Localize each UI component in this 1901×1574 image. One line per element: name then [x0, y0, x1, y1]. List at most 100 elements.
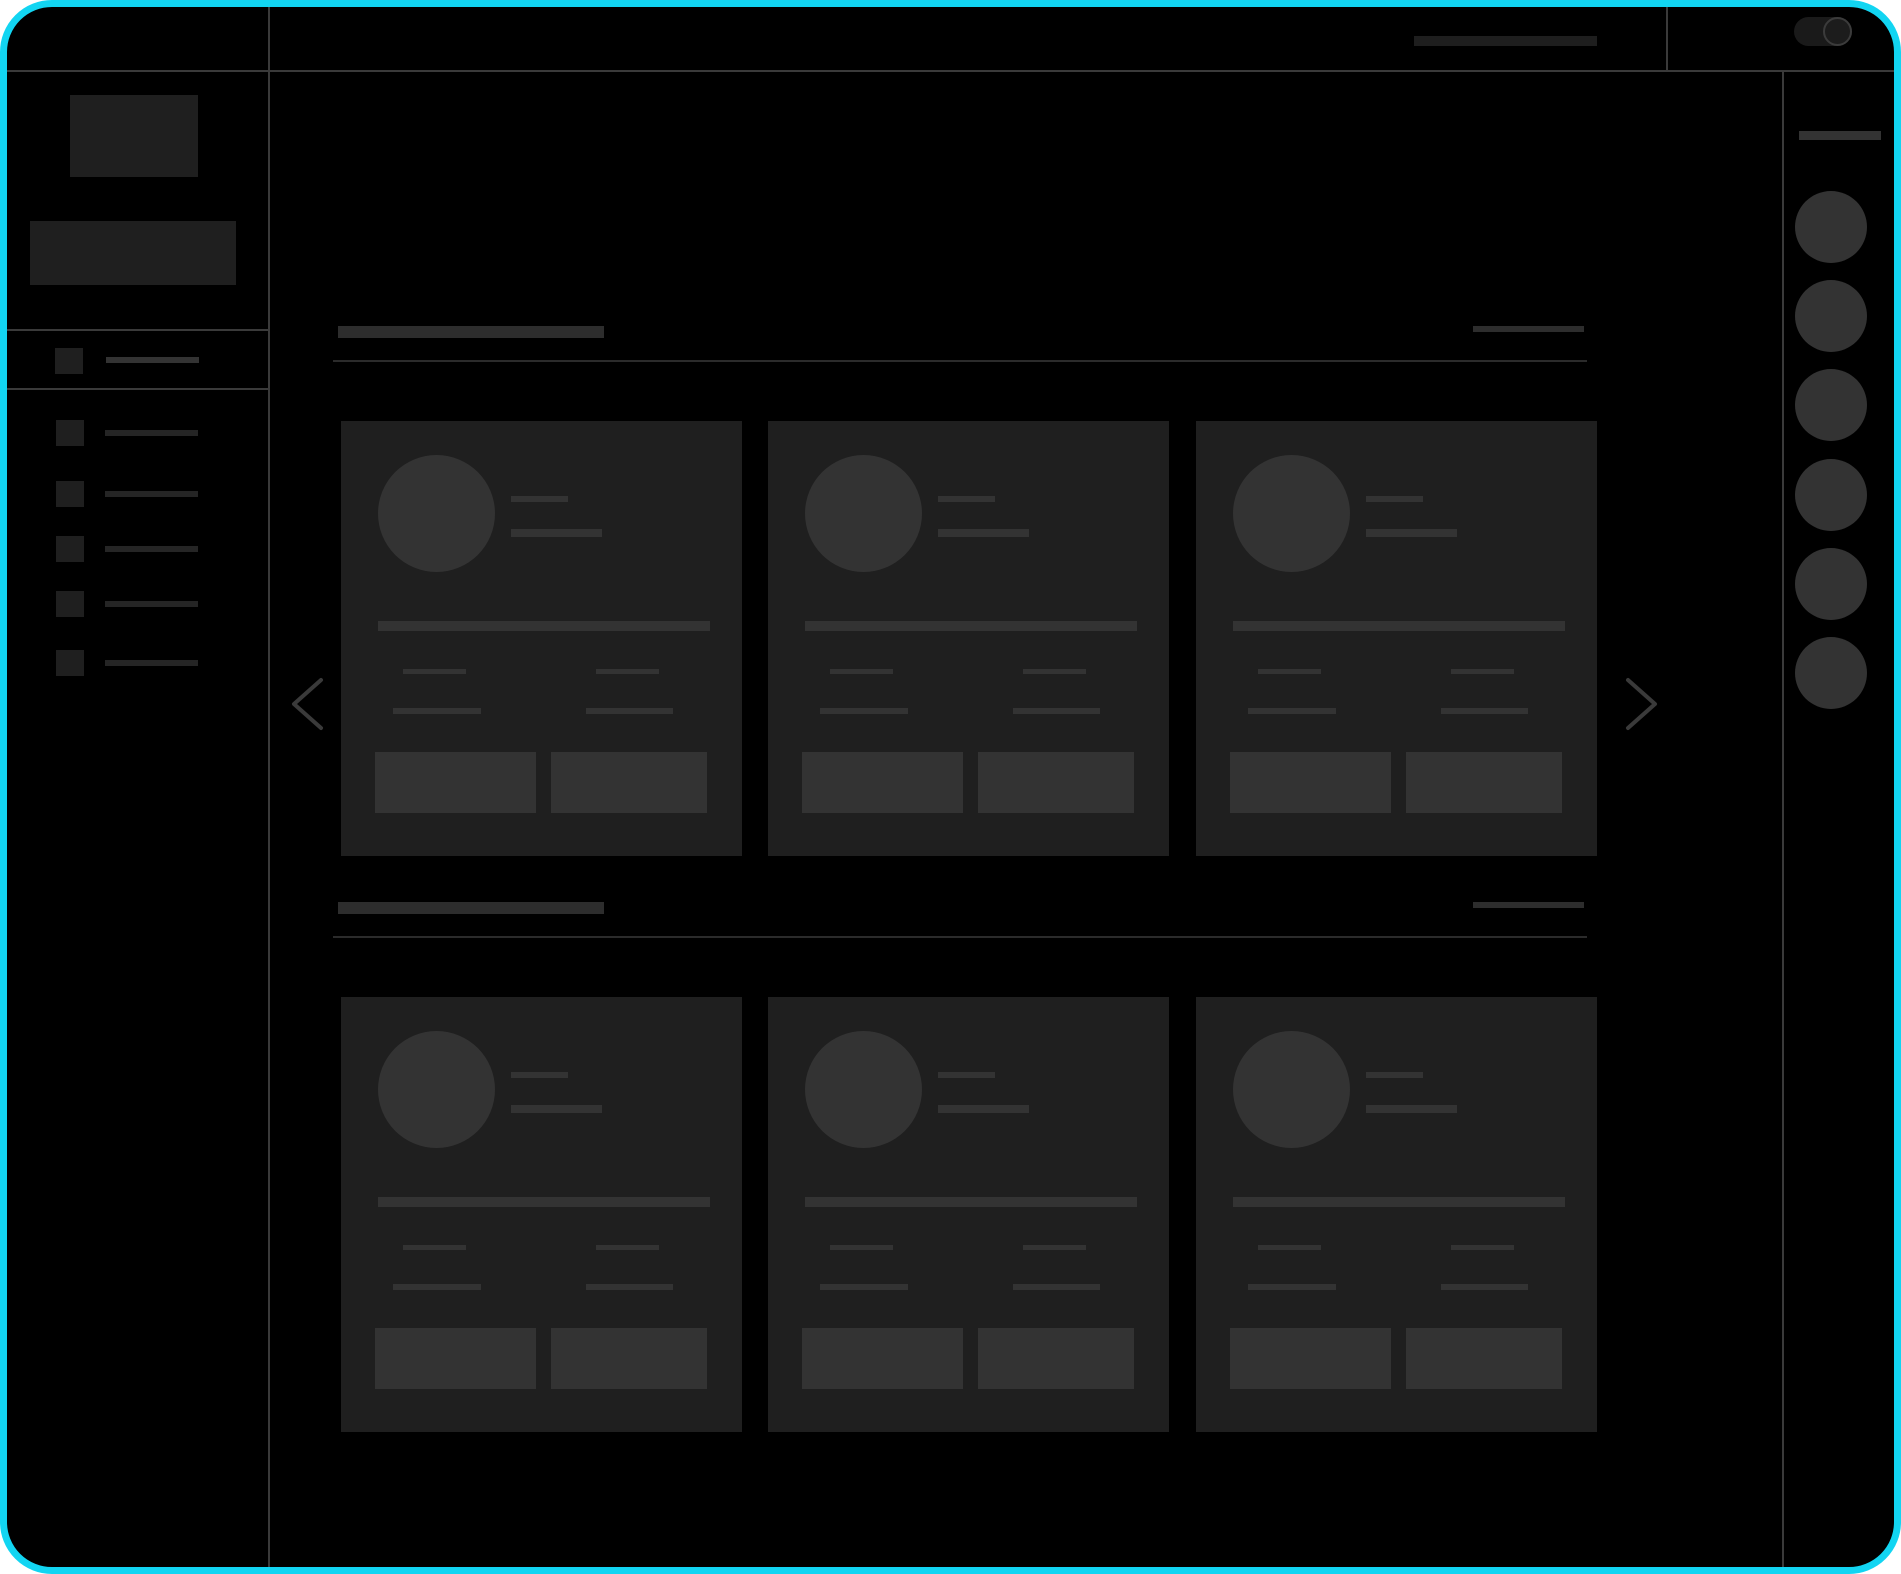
sidebar-item-active[interactable]: [55, 348, 215, 378]
card-subtitle: [1366, 1105, 1457, 1113]
header-divider-right: [1666, 7, 1668, 71]
stat-label: [1451, 1245, 1514, 1250]
card-primary-button[interactable]: [802, 752, 963, 813]
card-primary-button[interactable]: [375, 1328, 536, 1389]
sidebar-item-label: [105, 491, 198, 497]
card-secondary-button[interactable]: [551, 1328, 707, 1389]
contact-avatar[interactable]: [1795, 369, 1867, 441]
contact-avatar[interactable]: [1795, 191, 1867, 263]
placeholder-icon: [55, 348, 83, 374]
placeholder-icon: [56, 481, 84, 507]
card-secondary-button[interactable]: [978, 752, 1134, 813]
card-description: [378, 1197, 710, 1207]
stat-value: [1248, 1284, 1336, 1290]
avatar: [378, 1031, 495, 1148]
sidebar-item-label: [105, 660, 198, 666]
section-see-all-link[interactable]: [1473, 902, 1584, 908]
profile-card[interactable]: [1196, 997, 1597, 1432]
right-rail-title: [1799, 131, 1881, 140]
sidebar-item[interactable]: [56, 481, 216, 511]
stat-value: [393, 708, 481, 714]
avatar: [378, 455, 495, 572]
section-title: [338, 326, 604, 338]
sidebar-divider: [268, 7, 270, 1567]
carousel-next-button[interactable]: [1622, 674, 1662, 734]
contact-avatar[interactable]: [1795, 459, 1867, 531]
avatar: [1233, 1031, 1350, 1148]
card-name: [511, 1072, 568, 1078]
card-subtitle: [511, 1105, 602, 1113]
card-name: [1366, 1072, 1423, 1078]
theme-toggle[interactable]: [1794, 17, 1852, 46]
contact-avatar[interactable]: [1795, 637, 1867, 709]
profile-card[interactable]: [341, 997, 742, 1432]
card-description: [805, 1197, 1137, 1207]
chevron-right-icon: [1626, 678, 1657, 730]
sidebar-item[interactable]: [56, 650, 216, 680]
card-secondary-button[interactable]: [1406, 752, 1562, 813]
stat-value: [393, 1284, 481, 1290]
profile-card[interactable]: [768, 421, 1169, 856]
card-subtitle: [1366, 529, 1457, 537]
header-divider: [7, 70, 1894, 72]
profile-card[interactable]: [768, 997, 1169, 1432]
search-input[interactable]: [1414, 36, 1597, 46]
stat-label: [1451, 669, 1514, 674]
placeholder-icon: [56, 591, 84, 617]
sidebar-item-label: [105, 430, 198, 436]
sidebar-active-bottom-divider: [7, 388, 268, 390]
profile-card[interactable]: [341, 421, 742, 856]
card-description: [805, 621, 1137, 631]
avatar: [805, 1031, 922, 1148]
carousel-prev-button[interactable]: [290, 674, 330, 734]
section-divider: [333, 936, 1587, 938]
placeholder-icon: [56, 650, 84, 676]
profile-card[interactable]: [1196, 421, 1597, 856]
stat-label: [403, 669, 466, 674]
logo: [70, 95, 198, 177]
card-secondary-button[interactable]: [978, 1328, 1134, 1389]
card-name: [938, 1072, 995, 1078]
right-rail-divider: [1782, 71, 1784, 1567]
card-subtitle: [938, 1105, 1029, 1113]
placeholder-icon: [56, 536, 84, 562]
sidebar-primary-button[interactable]: [30, 221, 236, 285]
sidebar-active-top-divider: [7, 329, 268, 331]
sidebar-item[interactable]: [56, 420, 216, 450]
stat-label: [596, 669, 659, 674]
toggle-knob: [1823, 17, 1852, 46]
card-subtitle: [511, 529, 602, 537]
stat-value: [586, 708, 673, 714]
stat-value: [820, 708, 908, 714]
section-title: [338, 902, 604, 914]
card-name: [938, 496, 995, 502]
stat-value: [1441, 1284, 1528, 1290]
chevron-left-icon: [292, 678, 323, 730]
stat-label: [1023, 1245, 1086, 1250]
stat-label: [1258, 669, 1321, 674]
card-primary-button[interactable]: [802, 1328, 963, 1389]
avatar: [805, 455, 922, 572]
card-primary-button[interactable]: [375, 752, 536, 813]
stat-value: [820, 1284, 908, 1290]
sidebar-item-label: [106, 357, 199, 363]
card-secondary-button[interactable]: [551, 752, 707, 813]
stat-label: [1258, 1245, 1321, 1250]
stat-label: [830, 669, 893, 674]
stat-value: [1013, 1284, 1100, 1290]
section-see-all-link[interactable]: [1473, 326, 1584, 332]
sidebar-item[interactable]: [56, 536, 216, 566]
contact-avatar[interactable]: [1795, 548, 1867, 620]
sidebar-item[interactable]: [56, 591, 216, 621]
card-secondary-button[interactable]: [1406, 1328, 1562, 1389]
card-primary-button[interactable]: [1230, 1328, 1391, 1389]
sidebar-item-label: [105, 601, 198, 607]
card-primary-button[interactable]: [1230, 752, 1391, 813]
stat-value: [1248, 708, 1336, 714]
stat-label: [830, 1245, 893, 1250]
contact-avatar[interactable]: [1795, 280, 1867, 352]
stat-value: [586, 1284, 673, 1290]
sidebar-item-label: [105, 546, 198, 552]
card-description: [1233, 1197, 1565, 1207]
stat-label: [403, 1245, 466, 1250]
